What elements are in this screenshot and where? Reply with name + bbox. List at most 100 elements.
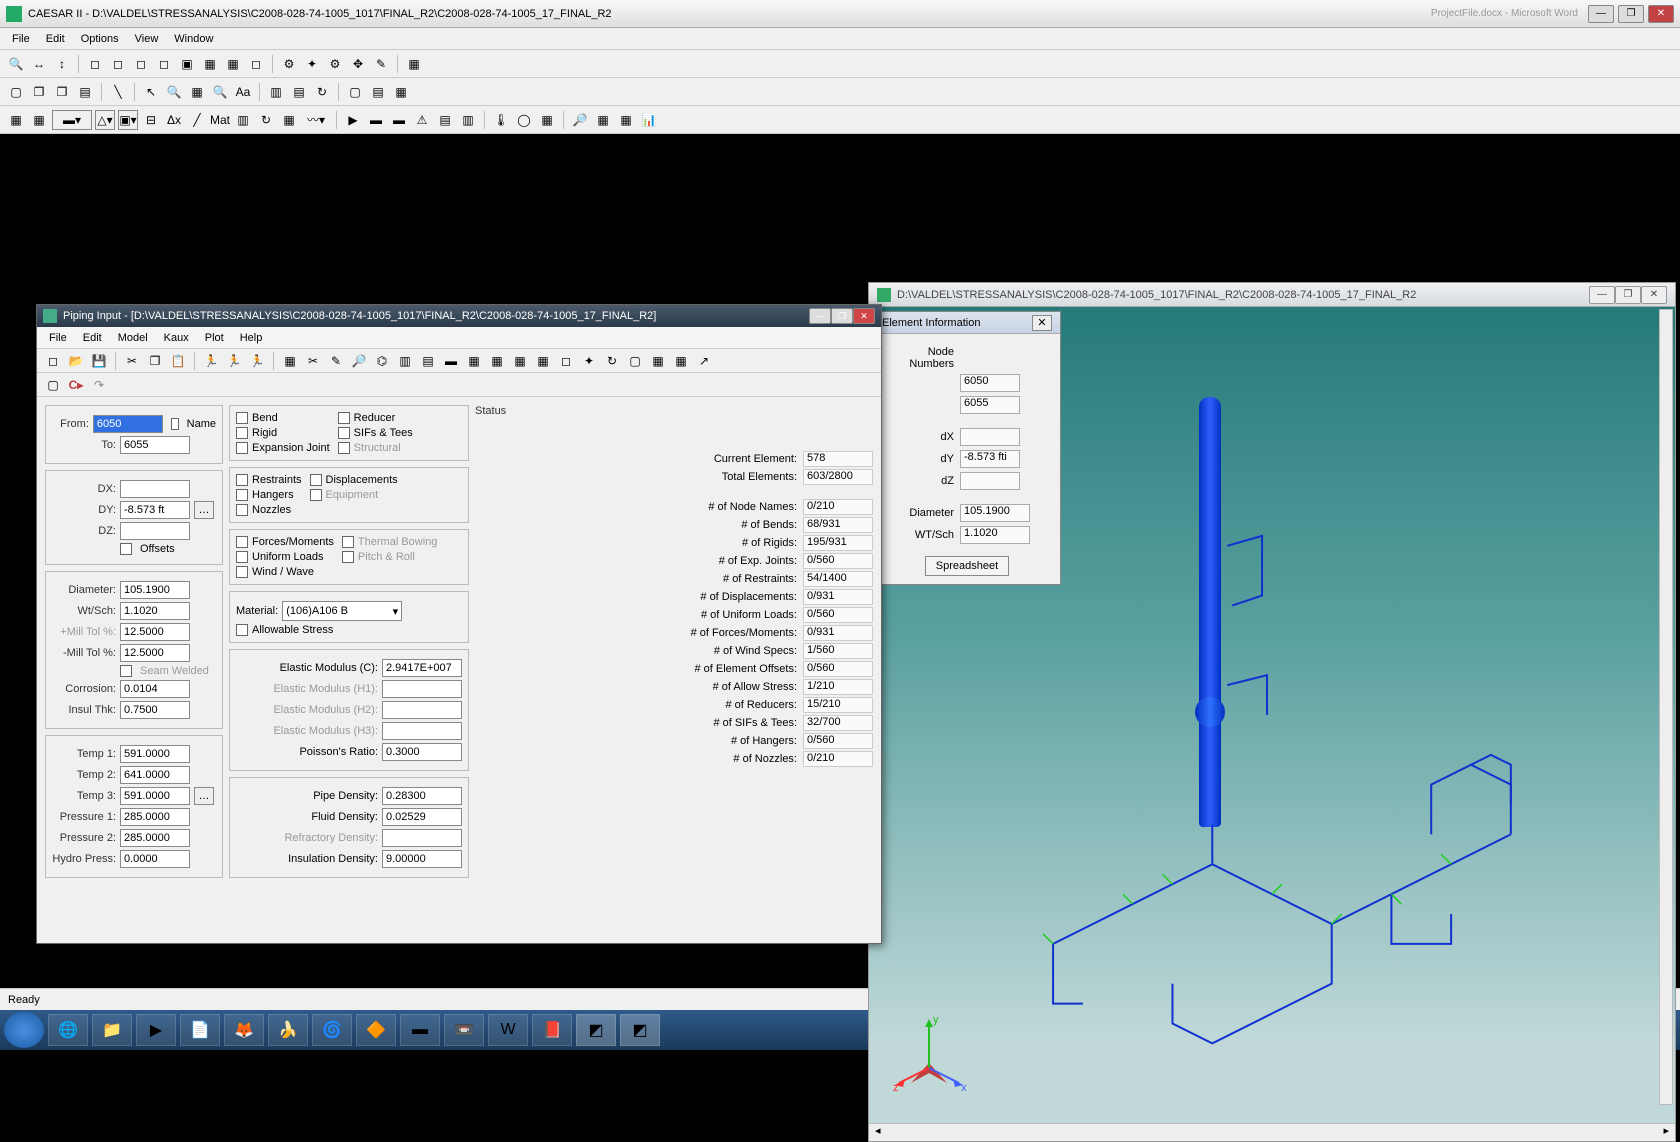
input-menu-file[interactable]: File — [41, 330, 75, 346]
nav2-icon[interactable]: ▦ — [279, 110, 299, 130]
t6-icon[interactable]: ▬ — [441, 351, 461, 371]
t2-icon[interactable]: ✂ — [303, 351, 323, 371]
t5-icon[interactable]: ▤ — [418, 351, 438, 371]
diag2-icon[interactable]: ╱ — [187, 110, 207, 130]
refresh2-icon[interactable]: ↻ — [256, 110, 276, 130]
chk-pitchRoll[interactable] — [342, 551, 354, 563]
pointer-icon[interactable]: ↖ — [141, 82, 161, 102]
table2-icon[interactable]: ▦ — [593, 110, 613, 130]
diag-icon[interactable]: ╲ — [108, 82, 128, 102]
view-maximize-button[interactable]: ❐ — [1615, 286, 1641, 304]
dx-input[interactable] — [120, 480, 190, 498]
chk-sifs[interactable] — [338, 427, 350, 439]
grid-icon[interactable]: ▦ — [187, 82, 207, 102]
doc-icon[interactable]: ▤ — [435, 110, 455, 130]
view-3d-icon[interactable]: ▣ — [177, 54, 197, 74]
chk-forces[interactable] — [236, 536, 248, 548]
grid4-icon[interactable]: ▦ — [537, 110, 557, 130]
menu-options[interactable]: Options — [73, 31, 127, 47]
corrosion-input[interactable] — [120, 680, 190, 698]
name-check[interactable] — [171, 418, 179, 430]
chk-rigid[interactable] — [236, 427, 248, 439]
taskbar-app4-icon[interactable]: 📼 — [444, 1014, 484, 1046]
grid2-icon[interactable]: ▦ — [6, 110, 26, 130]
chk-wind[interactable] — [236, 566, 248, 578]
t17-icon[interactable]: ↗ — [694, 351, 714, 371]
to-input[interactable] — [120, 436, 190, 454]
close-button[interactable]: ✕ — [1648, 5, 1674, 23]
minimize-button[interactable]: — — [1588, 5, 1614, 23]
t16-icon[interactable]: ▦ — [671, 351, 691, 371]
diameter-input[interactable] — [120, 581, 190, 599]
t3-icon[interactable]: ✎ — [326, 351, 346, 371]
t10-icon[interactable]: ▦ — [533, 351, 553, 371]
taskbar-word2-icon[interactable]: W — [488, 1014, 528, 1046]
show-icon[interactable]: ▬ — [389, 110, 409, 130]
doc2-icon[interactable]: ▥ — [458, 110, 478, 130]
view-front-icon[interactable]: ◻ — [108, 54, 128, 74]
seamWelded-check[interactable] — [120, 665, 132, 677]
view-titlebar[interactable]: D:\VALDEL\STRESSANALYSIS\C2008-028-74-10… — [869, 283, 1675, 307]
input-menu-kaux[interactable]: Kaux — [156, 330, 197, 346]
run-icon[interactable]: 🏃 — [201, 351, 221, 371]
circle-icon[interactable]: ◯ — [514, 110, 534, 130]
table3-icon[interactable]: ▦ — [616, 110, 636, 130]
cube-icon[interactable]: ▢ — [345, 82, 365, 102]
taskbar-explorer-icon[interactable]: 📁 — [92, 1014, 132, 1046]
taskbar-app1-icon[interactable]: 🌀 — [312, 1014, 352, 1046]
titlebar[interactable]: CAESAR II - D:\VALDEL\STRESSANALYSIS\C20… — [0, 0, 1680, 28]
t15-icon[interactable]: ▦ — [648, 351, 668, 371]
hydro-input[interactable] — [120, 850, 190, 868]
plusMill-input[interactable] — [120, 623, 190, 641]
cursor-icon[interactable]: ↕ — [52, 54, 72, 74]
t7-icon[interactable]: ▦ — [464, 351, 484, 371]
copy2-icon[interactable]: ❐ — [52, 82, 72, 102]
nav-icon[interactable]: ▦ — [391, 82, 411, 102]
chk-thermalBowing[interactable] — [342, 536, 354, 548]
view-side-icon[interactable]: ◻ — [131, 54, 151, 74]
poisson-input[interactable] — [382, 743, 462, 761]
chk-expjoint[interactable] — [236, 442, 248, 454]
t12-icon[interactable]: ✦ — [579, 351, 599, 371]
h-icon[interactable]: ⊟ — [141, 110, 161, 130]
text-icon[interactable]: Aa — [233, 82, 253, 102]
paste-icon[interactable]: 📋 — [168, 351, 188, 371]
report-icon[interactable]: ▤ — [289, 82, 309, 102]
refresh-icon[interactable]: ↻ — [312, 82, 332, 102]
wtsch-input[interactable] — [120, 602, 190, 620]
from-input[interactable] — [93, 415, 163, 433]
table-icon[interactable]: ▥ — [233, 110, 253, 130]
menu-window[interactable]: Window — [166, 31, 221, 47]
cut-icon[interactable]: ✂ — [122, 351, 142, 371]
chk-restraints[interactable] — [236, 474, 248, 486]
t4-icon[interactable]: ▥ — [395, 351, 415, 371]
input-minimize-button[interactable]: — — [809, 308, 831, 324]
thermo-icon[interactable]: 🌡 — [491, 110, 511, 130]
maximize-button[interactable]: ❐ — [1618, 5, 1644, 23]
taskbar-pdf-icon[interactable]: 📕 — [532, 1014, 572, 1046]
insulThk-input[interactable] — [120, 701, 190, 719]
menu-view[interactable]: View — [127, 31, 167, 47]
copy-icon[interactable]: ❐ — [29, 82, 49, 102]
t13-icon[interactable]: ↻ — [602, 351, 622, 371]
offsets-check[interactable] — [120, 543, 132, 555]
view-top-icon[interactable]: ◻ — [154, 54, 174, 74]
3d-viewport[interactable]: Element Information ✕ Node Numbers 6050 … — [869, 307, 1675, 1123]
in-c-icon[interactable]: C▸ — [66, 375, 86, 395]
pan-icon[interactable]: ↔ — [29, 54, 49, 74]
input-menu-edit[interactable]: Edit — [75, 330, 110, 346]
minusMill-input[interactable] — [120, 644, 190, 662]
edit-icon[interactable]: ✎ — [371, 54, 391, 74]
flag-icon[interactable]: ▶ — [343, 110, 363, 130]
view-scrollbar-vertical[interactable] — [1659, 309, 1673, 1105]
t1-icon[interactable]: ▦ — [280, 351, 300, 371]
press1-input[interactable] — [120, 808, 190, 826]
gear2-icon[interactable]: ⚙ — [325, 54, 345, 74]
t9-icon[interactable]: ▦ — [510, 351, 530, 371]
input-menu-model[interactable]: Model — [110, 330, 156, 346]
in1-icon[interactable]: ▢ — [43, 375, 63, 395]
zoom-in-icon[interactable]: 🔍 — [6, 54, 26, 74]
view-minimize-button[interactable]: — — [1589, 286, 1615, 304]
mat-icon[interactable]: Mat — [210, 110, 230, 130]
material-select[interactable]: (106)A106 B▾ — [282, 601, 402, 621]
